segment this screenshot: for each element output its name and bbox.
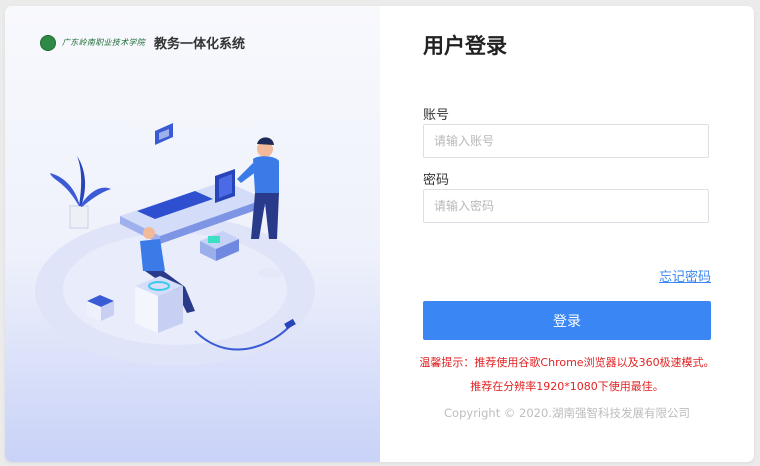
login-button[interactable]: 登录 — [423, 301, 711, 340]
forgot-password-link[interactable]: 忘记密码 — [659, 266, 711, 285]
system-name: 教务一体化系统 — [154, 37, 246, 52]
brand-header: 广东岭南职业技术学院 教务一体化系统 — [40, 33, 245, 52]
account-input[interactable] — [423, 124, 709, 158]
password-label: 密码 — [423, 173, 450, 188]
person-icon — [237, 137, 279, 239]
floating-card-icon — [155, 123, 173, 145]
plant-icon — [50, 156, 111, 229]
copyright-text: Copyright © 2020.湖南强智科技发展有限公司 — [444, 406, 690, 420]
workspace-illustration — [35, 123, 315, 366]
login-card: 广东岭南职业技术学院 教务一体化系统 用户登录 账号 请输入账号 密码 忘记密码… — [5, 6, 754, 462]
school-emblem-icon — [40, 34, 56, 51]
stool-icon — [258, 268, 282, 278]
school-name-logo-text: 广东岭南职业技术学院 — [62, 38, 145, 47]
account-label: 账号 — [423, 108, 450, 123]
password-input[interactable] — [423, 189, 709, 223]
server-box-icon — [135, 276, 183, 333]
login-panel: 用户登录 账号 密码 忘记密码 登录 温馨提示：推荐使用谷歌Chrome浏览器以… — [380, 6, 754, 462]
illustration-panel: 广东岭南职业技术学院 教务一体化系统 — [5, 6, 380, 462]
browser-tip: 温馨提示：推荐使用谷歌Chrome浏览器以及360极速模式。 — [419, 356, 715, 369]
login-title: 用户登录 — [423, 34, 507, 58]
resolution-tip: 推荐在分辨率1920*1080下使用最佳。 — [470, 380, 664, 393]
